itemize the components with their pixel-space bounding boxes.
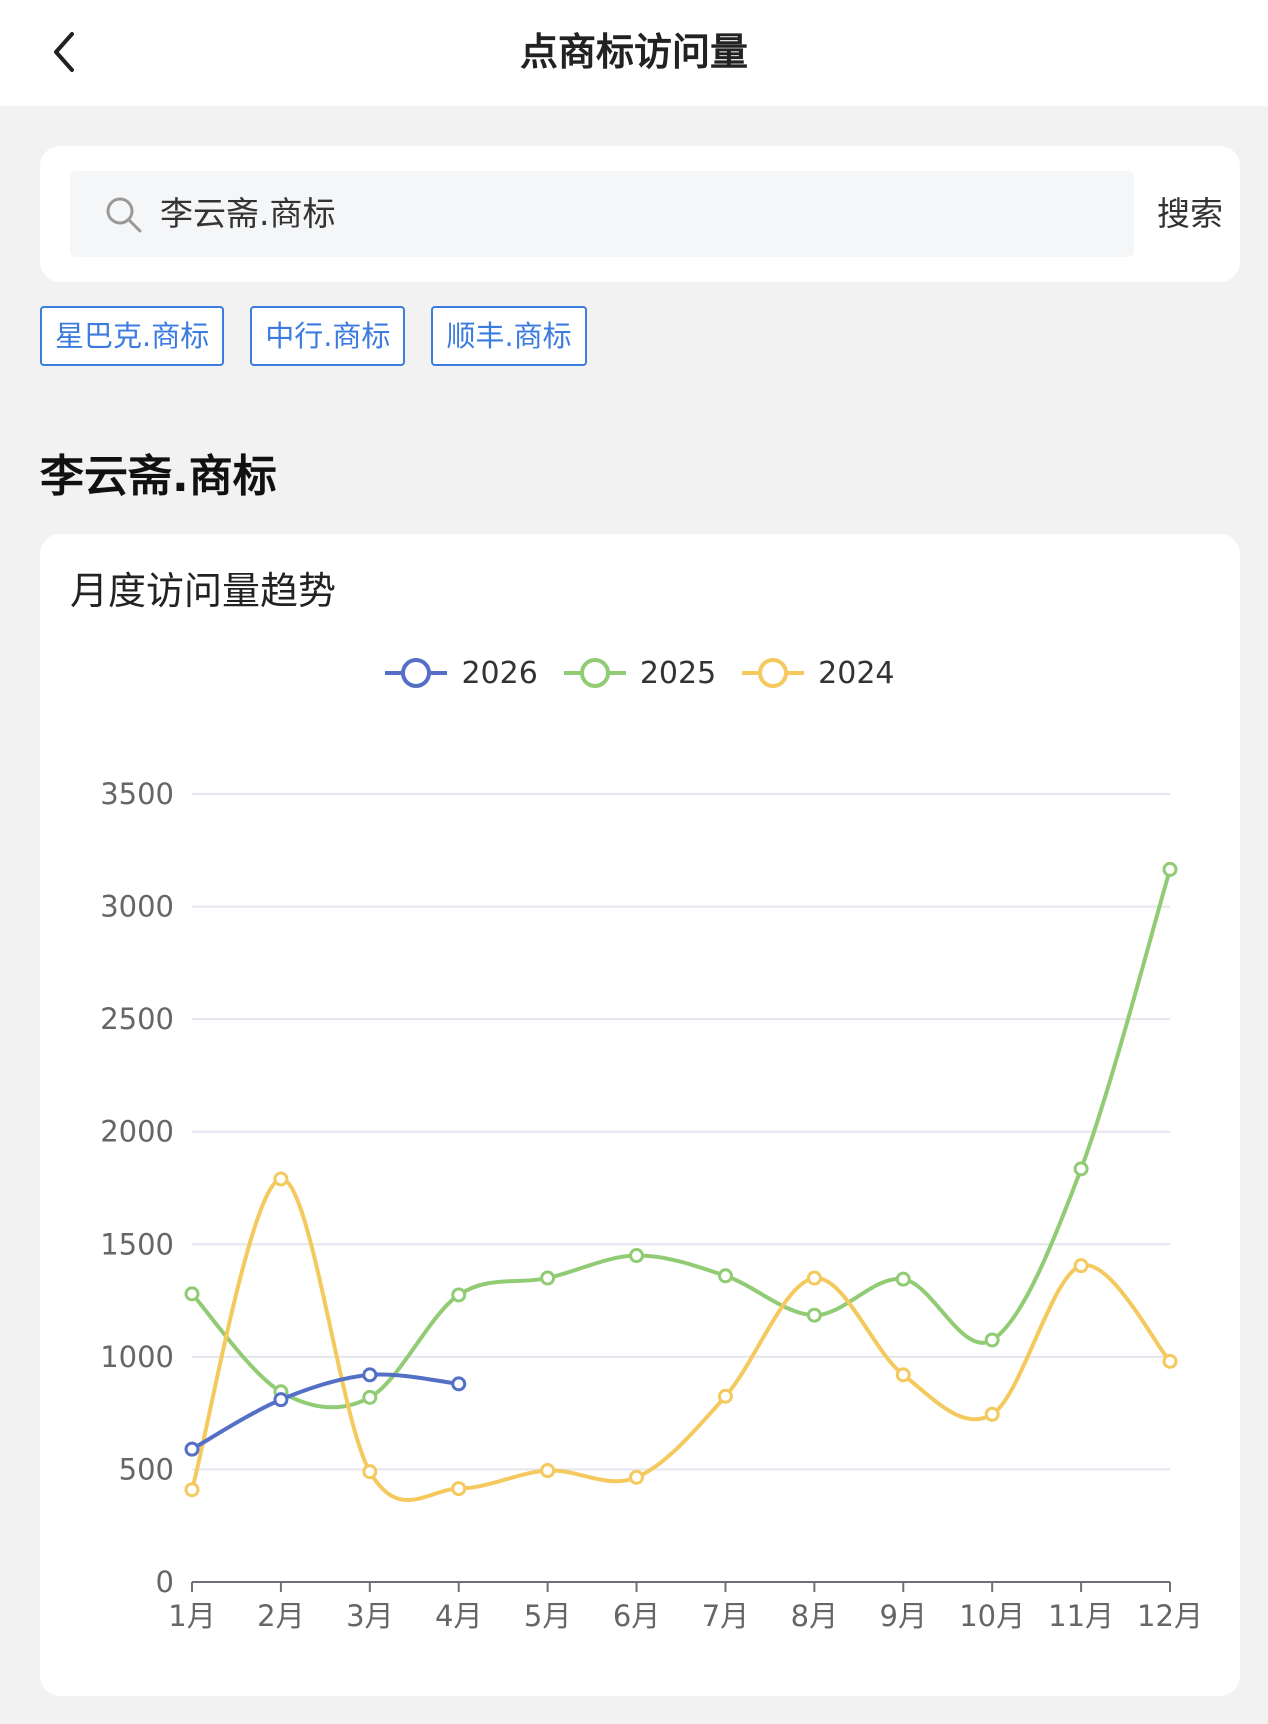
legend-item-2026[interactable]: 2026 — [385, 648, 538, 698]
data-point-2024 — [273, 1171, 289, 1187]
chart-title: 月度访问量趋势 — [70, 569, 337, 613]
series-line-2024 — [190, 1176, 1172, 1503]
chart-card: 0 500 1000 1500 2000 2500 3000 3500 1月 2月 3月 4月 5月 6月… — [40, 534, 1240, 1696]
data-point-2024 — [806, 1270, 822, 1286]
x-tick-label: 9月 — [880, 1599, 927, 1633]
x-tick-label: 12月 — [1137, 1599, 1203, 1633]
data-point-2024 — [717, 1388, 733, 1404]
data-point-2025 — [451, 1287, 467, 1303]
quick-tag-sf-express[interactable]: 顺丰.商标 — [431, 306, 587, 366]
y-tick-label: 2500 — [100, 1002, 174, 1036]
section-title: 李云斋.商标 — [40, 451, 277, 502]
data-point-2026 — [184, 1441, 200, 1457]
search-input[interactable]: 李云斋.商标 — [70, 171, 1134, 257]
data-point-2024 — [362, 1464, 378, 1480]
x-tick-label: 8月 — [791, 1599, 838, 1633]
top-nav-bar: 点商标访问量 — [0, 0, 1268, 106]
quick-tags: 星巴克.商标 中行.商标 顺丰.商标 — [40, 306, 587, 366]
search-card: 李云斋.商标 搜索 — [40, 146, 1240, 282]
data-point-2024 — [184, 1482, 200, 1498]
x-tick-label: 5月 — [524, 1599, 571, 1633]
y-tick-label: 0 — [156, 1565, 174, 1599]
y-tick-label: 1000 — [100, 1340, 174, 1374]
x-tick-label: 1月 — [168, 1599, 215, 1633]
x-tick-label: 10月 — [959, 1599, 1025, 1633]
chart-legend: 2026 2025 2024 — [40, 648, 1240, 698]
data-point-2024 — [895, 1367, 911, 1383]
y-tick-label: 1500 — [100, 1227, 174, 1261]
quick-tag-bank-of-china[interactable]: 中行.商标 — [250, 306, 406, 366]
page-title: 点商标访问量 — [519, 30, 748, 74]
data-point-2024 — [451, 1481, 467, 1497]
data-point-2025 — [984, 1332, 1000, 1348]
data-point-2026 — [362, 1367, 378, 1383]
legend-item-2024[interactable]: 2024 — [742, 648, 895, 698]
legend-swatch-2025 — [563, 658, 626, 688]
search-button[interactable]: 搜索 — [1146, 171, 1234, 257]
data-point-2026 — [451, 1376, 467, 1392]
x-tick-label: 4月 — [435, 1599, 482, 1633]
x-tick-label: 2月 — [257, 1599, 304, 1633]
x-tick-label: 3月 — [346, 1599, 393, 1633]
legend-label-2025: 2025 — [639, 655, 717, 691]
y-tick-label: 3000 — [100, 890, 174, 924]
quick-tag-starbucks[interactable]: 星巴克.商标 — [40, 306, 225, 366]
series-line-2025 — [190, 868, 1172, 1410]
line-chart: 0 500 1000 1500 2000 2500 3000 3500 1月 2月 3月 4月 5月 6月… — [100, 777, 1203, 1633]
legend-swatch-2026 — [385, 658, 448, 688]
legend-label-2024: 2024 — [818, 655, 895, 691]
data-point-2025 — [1162, 861, 1178, 877]
x-tick-label: 11月 — [1048, 1599, 1114, 1633]
data-point-2025 — [184, 1286, 200, 1302]
search-icon — [104, 195, 144, 235]
data-point-2025 — [629, 1248, 645, 1264]
data-point-2025 — [1073, 1161, 1089, 1177]
legend-swatch-2024 — [742, 658, 805, 688]
data-point-2024 — [1162, 1353, 1178, 1369]
x-tick-label: 7月 — [702, 1599, 749, 1633]
data-point-2024 — [629, 1469, 645, 1485]
data-point-2025 — [362, 1389, 378, 1405]
data-point-2024 — [984, 1406, 1000, 1422]
data-point-2025 — [806, 1307, 822, 1323]
data-point-2025 — [717, 1268, 733, 1284]
series-line-2026 — [191, 1372, 459, 1451]
legend-item-2025[interactable]: 2025 — [563, 648, 717, 698]
search-input-value: 李云斋.商标 — [160, 194, 336, 233]
y-tick-label: 3500 — [100, 777, 174, 811]
data-point-2025 — [540, 1270, 556, 1286]
y-tick-label: 2000 — [100, 1115, 174, 1149]
data-point-2025 — [895, 1271, 911, 1287]
x-tick-label: 6月 — [613, 1599, 660, 1633]
legend-label-2026: 2026 — [461, 655, 538, 691]
data-point-2026 — [273, 1392, 289, 1408]
data-point-2024 — [1073, 1258, 1089, 1274]
y-tick-label: 500 — [119, 1452, 174, 1486]
data-point-2024 — [540, 1463, 556, 1479]
